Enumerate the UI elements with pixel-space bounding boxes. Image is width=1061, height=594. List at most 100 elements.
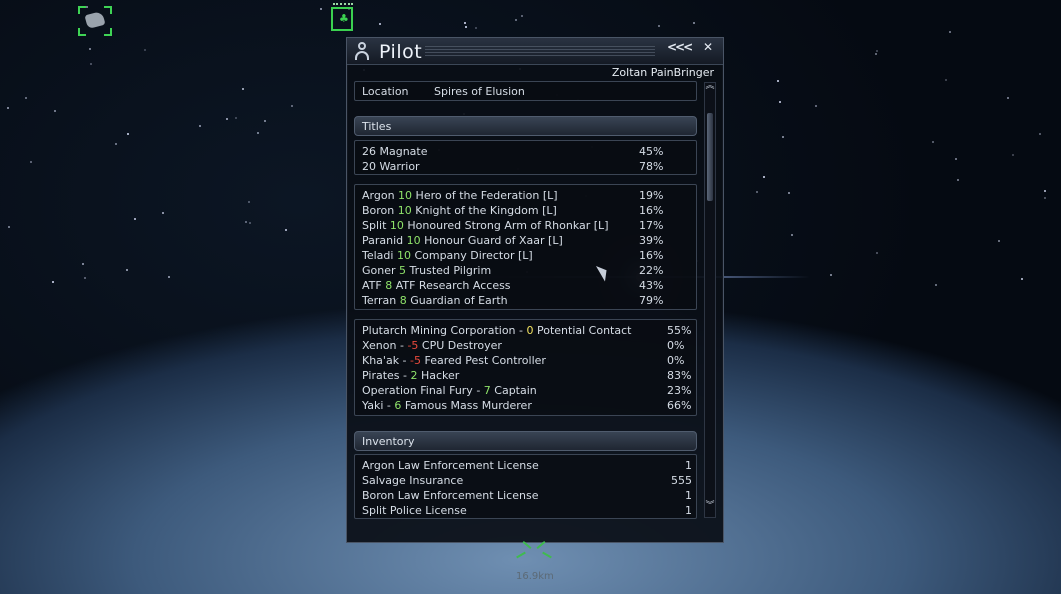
star — [949, 31, 951, 33]
race-title-percent: 17% — [639, 219, 664, 232]
star — [242, 88, 244, 90]
race-title-percent: 16% — [639, 249, 664, 262]
faction-title-row: Pirates - 2 Hacker 83% — [362, 368, 692, 383]
inventory-item-name: Boron Law Enforcement License — [362, 489, 539, 502]
race-title-name: Trusted Pilgrim — [409, 264, 492, 277]
titles-header[interactable]: Titles — [354, 116, 697, 136]
star — [52, 281, 54, 283]
inventory-item[interactable]: Salvage Insurance 555 — [362, 473, 692, 488]
star — [791, 234, 793, 236]
inventory-item[interactable]: Boron Law Enforcement License 1 — [362, 488, 692, 503]
race-title-list: Argon 10 Hero of the Federation [L] 19% Bo… — [354, 184, 697, 310]
faction-title-percent: 23% — [667, 384, 692, 397]
race-level: 8 — [385, 279, 393, 292]
close-button[interactable]: ✕ — [703, 40, 713, 54]
pilot-info-scroll-area[interactable]: Location Spires of Elusion Titles 26 Mag… — [354, 81, 697, 519]
race-title-name: Guardian of Earth — [410, 294, 508, 307]
pilot-window: Pilot <<< ✕ Zoltan PainBringer Location … — [346, 37, 724, 543]
faction-name: Xenon - — [362, 339, 408, 352]
star — [876, 252, 878, 254]
race-title-row: Teladi 10 Company Director [L] 16% — [362, 248, 692, 263]
star — [763, 176, 765, 178]
star — [756, 191, 758, 193]
location-label: Location — [362, 85, 409, 98]
faction-title-row: Xenon - -5 CPU Destroyer 0% — [362, 338, 692, 353]
rank-percent: 45% — [639, 145, 664, 158]
inventory-item-quantity: 1 — [685, 504, 692, 517]
star — [788, 192, 790, 194]
scroll-up-icon[interactable]: ︽ — [705, 82, 715, 97]
inventory-header[interactable]: Inventory — [354, 431, 697, 451]
race-name: Boron — [362, 204, 395, 217]
star — [1012, 154, 1014, 156]
star — [90, 63, 92, 65]
star — [998, 240, 1000, 242]
faction-title-row: Yaki - 6 Famous Mass Murderer 66% — [362, 398, 692, 413]
faction-title-row: Kha'ak - -5 Feared Pest Controller 0% — [362, 353, 692, 368]
race-title-row: Argon 10 Hero of the Federation [L] 19% — [362, 188, 692, 203]
race-title-percent: 22% — [639, 264, 664, 277]
race-title-percent: 39% — [639, 234, 664, 247]
inventory-item-name: Argon Law Enforcement License — [362, 459, 539, 472]
star — [291, 105, 293, 107]
race-level: 10 — [396, 249, 411, 262]
inventory-item[interactable]: Split Police License 1 — [362, 503, 692, 518]
race-name: Goner — [362, 264, 396, 277]
rank-row: 26 Magnate 45% — [362, 144, 692, 159]
star — [1021, 278, 1023, 280]
star — [465, 26, 467, 28]
rank-percent: 78% — [639, 160, 664, 173]
star — [1039, 133, 1041, 135]
race-title-name: ATF Research Access — [395, 279, 511, 292]
star — [25, 97, 27, 99]
faction-title-name: Famous Mass Murderer — [404, 399, 532, 412]
race-level: 10 — [406, 234, 421, 247]
scrollbar-thumb[interactable] — [707, 113, 713, 201]
faction-title-list: Plutarch Mining Corporation - 0 Potentia… — [354, 319, 697, 416]
window-titlebar[interactable]: Pilot <<< ✕ — [347, 38, 723, 65]
inventory-list: Argon Law Enforcement License 1 Salvage In… — [354, 454, 697, 519]
collapse-button[interactable]: <<< — [667, 40, 693, 54]
target-indicator-icon[interactable]: ♣ — [331, 3, 353, 31]
star — [199, 125, 201, 127]
star — [82, 263, 84, 265]
star — [379, 23, 381, 25]
race-title-percent: 43% — [639, 279, 664, 292]
star — [779, 101, 781, 103]
race-level: 10 — [397, 204, 412, 217]
faction-title-row: Plutarch Mining Corporation - 0 Potentia… — [362, 323, 692, 338]
star — [7, 107, 9, 109]
star — [226, 118, 228, 120]
ship-target-marker[interactable] — [78, 6, 112, 36]
race-title-row: Split 10 Honoured Strong Arm of Rhonkar … — [362, 218, 692, 233]
faction-name: Operation Final Fury - — [362, 384, 484, 397]
faction-title-name: Hacker — [421, 369, 460, 382]
star — [932, 141, 934, 143]
scroll-down-icon[interactable]: ︾ — [705, 502, 715, 517]
inventory-item[interactable]: Argon Law Enforcement License 1 — [362, 458, 692, 473]
star — [84, 277, 86, 279]
targeting-reticle-icon — [512, 541, 556, 564]
faction-title-name: Captain — [494, 384, 537, 397]
inventory-item-quantity: 1 — [685, 489, 692, 502]
star — [1044, 190, 1046, 192]
star — [168, 276, 170, 278]
inventory-item-name: Salvage Insurance — [362, 474, 464, 487]
faction-title-percent: 0% — [667, 354, 685, 367]
faction-level: 0 — [526, 324, 534, 337]
faction-name: Plutarch Mining Corporation - — [362, 324, 527, 337]
star — [144, 49, 146, 51]
race-title-row: Boron 10 Knight of the Kingdom [L] 16% — [362, 203, 692, 218]
star — [30, 161, 32, 163]
star — [264, 120, 266, 122]
faction-name: Kha'ak - — [362, 354, 411, 367]
race-level: 5 — [399, 264, 407, 277]
star — [54, 110, 56, 112]
star — [320, 8, 322, 10]
location-value: Spires of Elusion — [434, 85, 525, 98]
star — [126, 269, 128, 271]
star — [875, 53, 877, 55]
race-title-percent: 19% — [639, 189, 664, 202]
scrollbar[interactable]: ︽ ︾ — [704, 82, 716, 518]
race-title-name: Honoured Strong Arm of Rhonkar [L] — [407, 219, 609, 232]
